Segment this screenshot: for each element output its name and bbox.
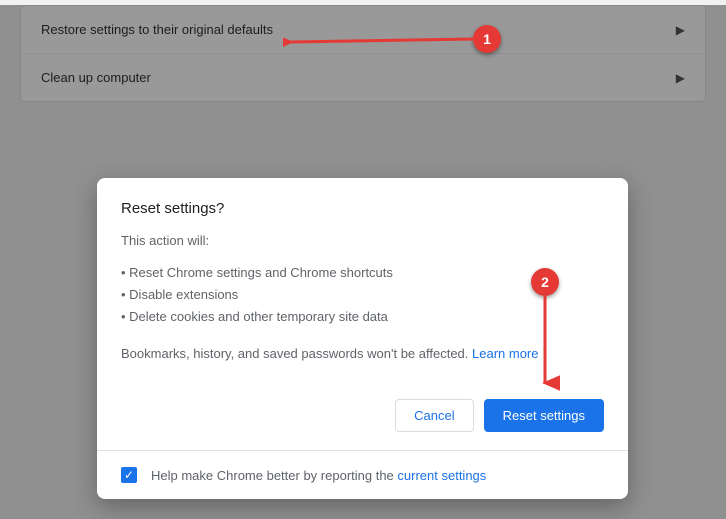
annotation-badge-2: 2 (531, 268, 559, 296)
current-settings-link[interactable]: current settings (397, 468, 486, 483)
dialog-intro: This action will: (121, 233, 604, 248)
dialog-actions: Cancel Reset settings (97, 387, 628, 450)
dialog-footer: ✓ Help make Chrome better by reporting t… (97, 450, 628, 499)
dialog-title: Reset settings? (121, 200, 604, 217)
annotation-badge-1: 1 (473, 25, 501, 53)
reset-dialog: Reset settings? This action will: • Rese… (97, 178, 628, 499)
help-text: Help make Chrome better by reporting the… (151, 468, 486, 483)
cancel-button[interactable]: Cancel (395, 399, 473, 432)
help-checkbox[interactable]: ✓ (121, 467, 137, 483)
bullet-item: • Delete cookies and other temporary sit… (121, 306, 604, 328)
reset-settings-button[interactable]: Reset settings (484, 399, 604, 432)
learn-more-link[interactable]: Learn more (472, 346, 538, 361)
dialog-bullet-list: • Reset Chrome settings and Chrome short… (121, 262, 604, 328)
dialog-note: Bookmarks, history, and saved passwords … (121, 346, 604, 361)
